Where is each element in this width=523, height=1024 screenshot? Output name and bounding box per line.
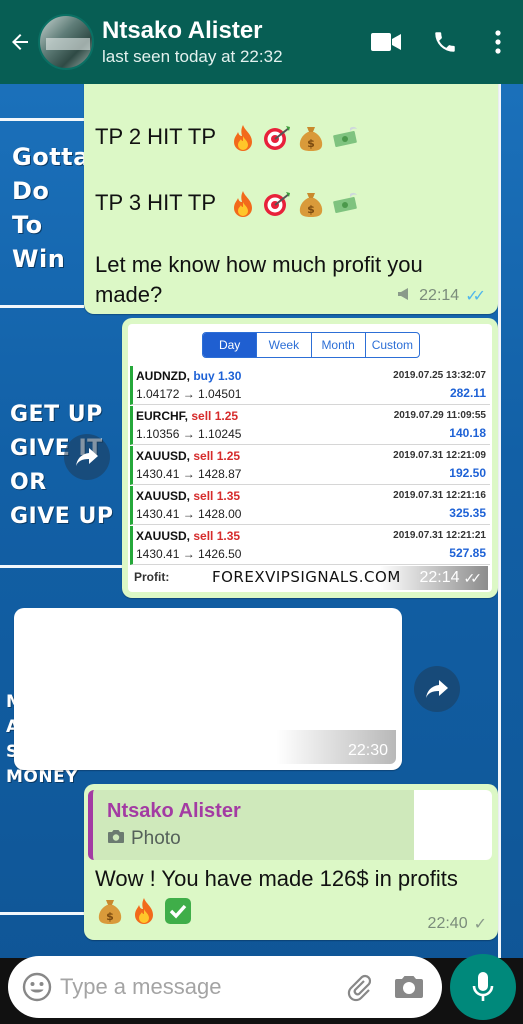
sent-tick-icon: ✓ — [473, 916, 487, 933]
trade-side: sell 1.25 — [193, 449, 241, 463]
tab-day: Day — [203, 333, 258, 357]
tp2-text: TP 2 HIT TP — [95, 124, 216, 149]
fire-emoji-icon — [228, 189, 258, 219]
message-composer[interactable]: Type a message — [8, 956, 442, 1018]
read-ticks-icon: ✓✓ — [463, 569, 483, 586]
forward-button[interactable] — [64, 434, 110, 480]
image-meta: 22:14 ✓✓ — [379, 566, 488, 590]
contact-avatar[interactable] — [38, 14, 94, 70]
megaphone-icon — [397, 287, 413, 306]
microphone-icon — [472, 972, 494, 1001]
target-dart-emoji-icon — [262, 123, 292, 153]
tab-week: Week — [257, 333, 312, 357]
trade-history-screenshot[interactable]: Day Week Month Custom AUDNZD, buy 1.30 2… — [128, 324, 492, 592]
voice-message-button[interactable] — [450, 954, 516, 1020]
trade-side: sell 1.35 — [193, 489, 241, 503]
quoted-content-type: Photo — [107, 828, 181, 850]
tab-month: Month — [312, 333, 366, 357]
check-mark-emoji-icon — [163, 896, 193, 926]
trade-datetime: 2019.07.31 12:21:16 — [393, 490, 486, 501]
video-call-icon[interactable] — [355, 0, 417, 84]
trade-symbol: XAUUSD, — [136, 449, 191, 463]
watermark-text: FOREXVIPSIGNALS.COM — [212, 568, 401, 586]
message-meta: 22:14 ✓✓ — [397, 286, 486, 306]
attach-icon[interactable] — [344, 972, 374, 1002]
trade-prices: 1430.41 → 1428.87 — [136, 467, 242, 481]
trade-prices: 1430.41 → 1428.00 — [136, 507, 242, 521]
trade-prices: 1430.41 → 1426.50 — [136, 547, 242, 561]
trade-side: sell 1.25 — [191, 409, 239, 423]
svg-text:$: $ — [106, 910, 114, 923]
back-arrow-icon[interactable] — [0, 0, 40, 84]
incoming-image-message[interactable]: 22:30 — [14, 608, 402, 770]
trade-row: XAUUSD, sell 1.25 2019.07.31 12:21:09 14… — [130, 446, 490, 485]
trade-symbol: AUDNZD, — [136, 369, 190, 383]
emoji-icon[interactable] — [22, 972, 52, 1002]
trade-prices: 1.04172 → 1.04501 — [136, 387, 242, 401]
emoji-row: $ — [95, 896, 193, 926]
quoted-sender-name: Ntsako Alister — [107, 800, 241, 822]
svg-text:$: $ — [307, 203, 315, 216]
wallpaper-slogan-gotta: Gotta Do To Win — [12, 143, 90, 273]
last-seen-status: last seen today at 22:32 — [102, 47, 283, 66]
message-body: Let me know how much profit you made? — [95, 252, 423, 307]
trade-profit: 527.85 — [449, 546, 486, 560]
more-options-icon[interactable] — [473, 0, 523, 84]
fire-emoji-icon — [129, 896, 159, 926]
message-time: 22:14 — [419, 287, 460, 304]
trade-datetime: 2019.07.25 13:32:07 — [393, 370, 486, 381]
message-time: 22:14 — [419, 569, 460, 586]
voice-call-icon[interactable] — [417, 0, 473, 84]
trade-symbol: XAUUSD, — [136, 489, 191, 503]
camera-icon[interactable] — [394, 974, 424, 1000]
money-bag-emoji-icon: $ — [296, 123, 326, 153]
trade-datetime: 2019.07.31 12:21:09 — [393, 450, 486, 461]
money-bag-emoji-icon: $ — [95, 896, 125, 926]
chat-header: Ntsako Alister last seen today at 22:32 — [0, 0, 523, 84]
trade-profit: 325.35 — [449, 506, 486, 520]
period-segmented-control: Day Week Month Custom — [202, 332, 420, 358]
profit-label: Profit: — [134, 570, 170, 584]
outgoing-message-tp-hits[interactable]: TP 2 HIT TP $ TP 3 HIT TP $ Let me know … — [84, 70, 498, 314]
trade-profit: 282.11 — [449, 386, 486, 400]
trade-row: XAUUSD, sell 1.35 2019.07.31 12:21:16 14… — [130, 486, 490, 525]
message-input[interactable]: Type a message — [60, 974, 344, 1000]
image-meta: 22:30 — [348, 742, 388, 760]
flying-money-emoji-icon — [330, 123, 360, 153]
trade-profit: 140.18 — [449, 426, 486, 440]
quoted-type-label: Photo — [131, 828, 181, 849]
fire-emoji-icon — [228, 123, 258, 153]
trade-row: AUDNZD, buy 1.30 2019.07.25 13:32:07 1.0… — [130, 366, 490, 405]
money-bag-emoji-icon: $ — [296, 189, 326, 219]
message-body: Wow ! You have made 126$ in profits — [95, 866, 458, 891]
trade-prices: 1.10356 → 1.10245 — [136, 427, 242, 441]
svg-text:$: $ — [307, 137, 315, 150]
message-time: 22:30 — [347, 742, 388, 759]
trade-datetime: 2019.07.31 12:21:21 — [393, 530, 486, 541]
read-ticks-icon: ✓✓ — [465, 288, 486, 305]
tab-custom: Custom — [371, 338, 414, 352]
quoted-image-thumbnail — [414, 790, 492, 860]
trade-profit: 192.50 — [449, 466, 486, 480]
forward-button[interactable] — [414, 666, 460, 712]
forward-arrow-icon — [426, 680, 448, 698]
target-dart-emoji-icon — [262, 189, 292, 219]
message-time: 22:40 — [427, 915, 468, 932]
image-content — [20, 614, 396, 764]
flying-money-emoji-icon — [330, 189, 360, 219]
contact-info[interactable]: Ntsako Alister last seen today at 22:32 — [102, 16, 355, 68]
tp3-text: TP 3 HIT TP — [95, 190, 216, 215]
trade-datetime: 2019.07.29 11:09:55 — [393, 410, 486, 421]
trade-symbol: EURCHF, — [136, 409, 189, 423]
trade-row: EURCHF, sell 1.25 2019.07.29 11:09:55 1.… — [130, 406, 490, 445]
quoted-message[interactable]: Ntsako Alister Photo — [88, 790, 492, 860]
camera-icon — [107, 828, 125, 850]
trade-side: sell 1.35 — [193, 529, 241, 543]
trade-side: buy 1.30 — [193, 369, 242, 383]
trade-symbol: XAUUSD, — [136, 529, 191, 543]
message-meta: 22:40 ✓ — [428, 914, 487, 934]
trade-row: XAUUSD, sell 1.35 2019.07.31 12:21:21 14… — [130, 526, 490, 565]
forward-arrow-icon — [76, 448, 98, 466]
contact-name: Ntsako Alister — [102, 17, 263, 44]
